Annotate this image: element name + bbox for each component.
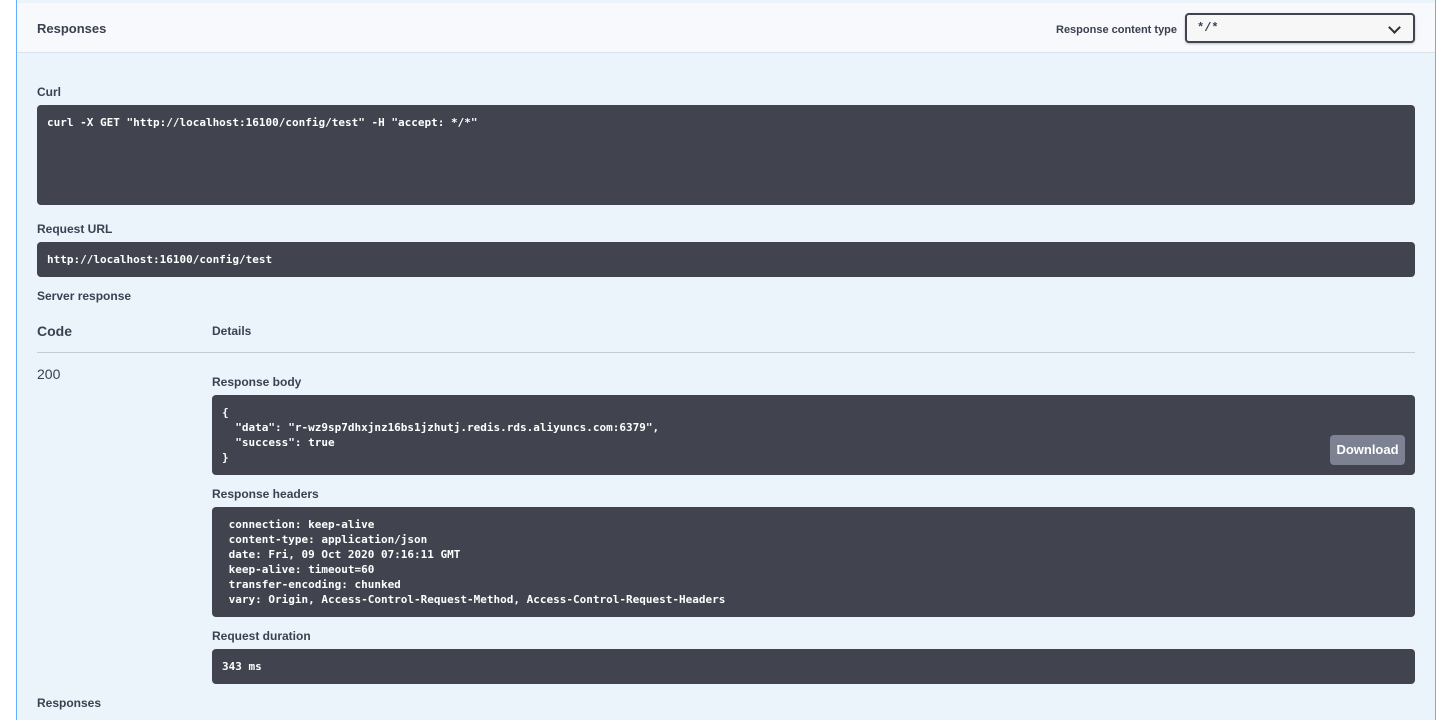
- status-code: 200: [37, 366, 61, 382]
- content-type-value: */*: [1197, 21, 1219, 35]
- curl-command-text: curl -X GET "http://localhost:16100/conf…: [47, 116, 478, 129]
- chevron-down-icon: [1388, 21, 1401, 34]
- curl-label: Curl: [37, 85, 61, 99]
- response-headers-text: connection: keep-alive content-type: app…: [228, 518, 726, 606]
- table-divider: [37, 352, 1415, 353]
- server-response-label: Server response: [37, 289, 132, 303]
- response-body-text: { "data": "r-wz9sp7dhxjnz16bs1jzhutj.red…: [222, 406, 660, 464]
- response-headers-label: Response headers: [212, 487, 319, 501]
- request-duration-label: Request duration: [212, 629, 311, 643]
- request-url-box[interactable]: http://localhost:16100/config/test: [37, 242, 1415, 277]
- request-duration-text: 343 ms: [222, 660, 262, 673]
- next-responses-title: Responses: [37, 696, 102, 710]
- operation-block: Responses Response content type */* Curl…: [16, 0, 1436, 720]
- response-headers-box[interactable]: connection: keep-alive content-type: app…: [212, 507, 1415, 617]
- curl-command-box[interactable]: curl -X GET "http://localhost:16100/conf…: [37, 105, 1415, 205]
- response-body-box[interactable]: { "data": "r-wz9sp7dhxjnz16bs1jzhutj.red…: [212, 395, 1415, 475]
- column-header-code: Code: [37, 323, 72, 339]
- column-header-details: Details: [212, 324, 252, 338]
- content-type-select[interactable]: */*: [1185, 13, 1415, 43]
- responses-header: Responses Response content type */*: [17, 3, 1435, 53]
- response-body-label: Response body: [212, 375, 302, 389]
- content-type-label: Response content type: [1056, 24, 1178, 36]
- request-duration-box[interactable]: 343 ms: [212, 649, 1415, 684]
- request-url-label: Request URL: [37, 222, 113, 236]
- download-button[interactable]: Download: [1330, 435, 1405, 465]
- request-url-text: http://localhost:16100/config/test: [47, 253, 273, 266]
- responses-title: Responses: [37, 21, 107, 36]
